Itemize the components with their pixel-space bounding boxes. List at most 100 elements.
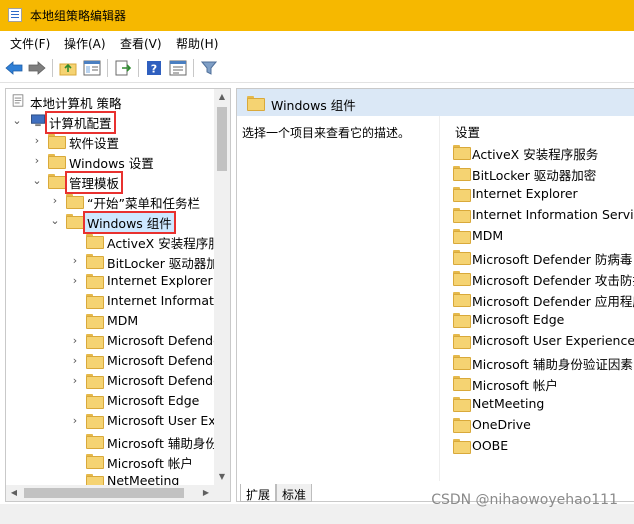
settings-item-label[interactable]: Microsoft Defender 应用程序: [472, 291, 634, 310]
settings-item-label[interactable]: Microsoft 帐户: [472, 375, 558, 394]
settings-list-item[interactable]: Internet Information Service: [451, 204, 634, 225]
tree-item[interactable]: Internet Informatio: [6, 291, 225, 311]
up-folder-icon[interactable]: [58, 58, 78, 78]
tree-item[interactable]: › Microsoft Defende: [6, 371, 221, 391]
chevron-right-icon[interactable]: ›: [70, 354, 80, 368]
settings-item-label[interactable]: BitLocker 驱动器加密: [472, 165, 596, 184]
settings-list-item[interactable]: ActiveX 安装程序服务: [451, 141, 598, 162]
settings-item-label[interactable]: Microsoft Edge: [472, 312, 564, 327]
settings-list-item[interactable]: OOBE: [451, 435, 508, 456]
tree-pane[interactable]: 本地计算机 策略 ⌄ 计算机配置 › 软件设置 › Windows 设置 ⌄ 管…: [5, 88, 231, 502]
chevron-right-icon[interactable]: ›: [70, 334, 80, 348]
tree-item-windows-settings[interactable]: › Windows 设置: [6, 151, 216, 171]
scroll-right-icon[interactable]: ▶: [198, 485, 214, 501]
tree-label-computer-config[interactable]: 计算机配置: [45, 111, 116, 134]
tree-item-computer-config[interactable]: ⌄ 计算机配置: [6, 111, 216, 134]
settings-list-item[interactable]: Microsoft 帐户: [451, 372, 558, 393]
settings-item-label[interactable]: Internet Information Service: [472, 207, 634, 222]
tree-item-label[interactable]: Microsoft 帐户: [105, 453, 195, 472]
settings-item-label[interactable]: ActiveX 安装程序服务: [472, 144, 598, 163]
settings-item-label[interactable]: Microsoft 辅助身份验证因素: [472, 354, 633, 373]
settings-item-label[interactable]: Microsoft Defender 攻击防护: [472, 270, 634, 289]
settings-list-item[interactable]: Microsoft Edge: [451, 309, 564, 330]
tree-item-software-settings[interactable]: › 软件设置: [6, 131, 216, 151]
settings-item-label[interactable]: Internet Explorer: [472, 186, 578, 201]
tree-label-software-settings[interactable]: 软件设置: [67, 133, 121, 152]
settings-list-item[interactable]: Microsoft Defender 攻击防护: [451, 267, 634, 288]
chevron-right-icon[interactable]: ›: [32, 134, 42, 148]
chevron-right-icon[interactable]: ›: [70, 254, 80, 268]
tree-item[interactable]: › Internet Explorer: [6, 271, 216, 291]
tree-label-windows-settings[interactable]: Windows 设置: [67, 153, 156, 172]
scroll-left-icon[interactable]: ◀: [6, 485, 22, 501]
show-hide-tree-icon[interactable]: [82, 58, 102, 78]
tree-item[interactable]: Microsoft Edge: [6, 391, 216, 411]
settings-item-label[interactable]: OneDrive: [472, 417, 531, 432]
chevron-right-icon[interactable]: ›: [70, 374, 80, 388]
tree-item-windows-components[interactable]: ⌄ Windows 组件: [6, 211, 216, 234]
settings-list-item[interactable]: BitLocker 驱动器加密: [451, 162, 596, 183]
tree-label-root[interactable]: 本地计算机 策略: [28, 93, 123, 112]
settings-list-item[interactable]: Microsoft Defender 应用程序: [451, 288, 634, 309]
tree-item-start-menu[interactable]: › “开始”菜单和任务栏: [6, 191, 216, 211]
tree-label-windows-components[interactable]: Windows 组件: [83, 211, 176, 234]
settings-item-label[interactable]: Microsoft User Experience V: [472, 333, 634, 348]
tree-item-label[interactable]: Internet Explorer: [105, 273, 215, 288]
tree-item-label[interactable]: MDM: [105, 313, 140, 328]
properties-icon[interactable]: [168, 58, 188, 78]
chevron-right-icon[interactable]: ›: [70, 274, 80, 288]
tree-item[interactable]: › Microsoft Defende: [6, 351, 221, 371]
tree-item[interactable]: ActiveX 安装程序服: [6, 231, 221, 251]
settings-item-label[interactable]: MDM: [472, 228, 503, 243]
tree-item[interactable]: › BitLocker 驱动器加: [6, 251, 219, 271]
tree-vertical-scrollbar[interactable]: ▲ ▼: [214, 89, 230, 485]
scroll-up-icon[interactable]: ▲: [214, 89, 230, 105]
chevron-down-icon[interactable]: ⌄: [50, 214, 60, 228]
menu-help[interactable]: 帮助(H): [176, 35, 218, 52]
tree-item-label[interactable]: BitLocker 驱动器加: [105, 253, 221, 272]
export-list-icon[interactable]: [113, 58, 133, 78]
forward-arrow-icon[interactable]: [27, 58, 47, 78]
settings-item-label[interactable]: NetMeeting: [472, 396, 544, 411]
tree-label-start-menu[interactable]: “开始”菜单和任务栏: [85, 193, 202, 212]
chevron-right-icon[interactable]: ›: [70, 414, 80, 428]
chevron-down-icon[interactable]: ⌄: [12, 114, 22, 128]
settings-item-label[interactable]: Microsoft Defender 防病毒: [472, 249, 632, 268]
menu-action[interactable]: 操作(A): [64, 35, 106, 52]
settings-column-header[interactable]: 设置: [455, 122, 480, 141]
chevron-down-icon[interactable]: ⌄: [32, 174, 42, 188]
tree-item-root[interactable]: 本地计算机 策略: [6, 91, 216, 111]
tree-item-label[interactable]: Microsoft Defende: [105, 353, 223, 368]
settings-list-item[interactable]: Microsoft User Experience V: [451, 330, 634, 351]
chevron-right-icon[interactable]: ›: [32, 154, 42, 168]
scroll-down-icon[interactable]: ▼: [214, 469, 230, 485]
tree-item-label[interactable]: Microsoft 辅助身份: [105, 433, 220, 452]
tree-item-label[interactable]: Internet Informatio: [105, 293, 227, 308]
tree-item-label[interactable]: Microsoft Defende: [105, 373, 223, 388]
tree-horizontal-scrollbar[interactable]: ◀ ▶: [6, 485, 214, 501]
settings-list-item[interactable]: Microsoft Defender 防病毒: [451, 246, 632, 267]
settings-list-item[interactable]: Internet Explorer: [451, 183, 578, 204]
scroll-thumb[interactable]: [24, 488, 184, 498]
settings-list-item[interactable]: OneDrive: [451, 414, 531, 435]
menu-file[interactable]: 文件(F): [10, 35, 50, 52]
settings-list-item[interactable]: Microsoft 辅助身份验证因素: [451, 351, 633, 372]
tree-item-label[interactable]: Microsoft Edge: [105, 393, 201, 408]
tree-item[interactable]: Microsoft 帐户: [6, 451, 216, 471]
tree-item[interactable]: › Microsoft User Exp: [6, 411, 224, 431]
tree-item[interactable]: › Microsoft Defende: [6, 331, 221, 351]
tree-item-label[interactable]: Microsoft Defende: [105, 333, 223, 348]
tab-standard[interactable]: 标准: [276, 484, 313, 502]
settings-item-label[interactable]: OOBE: [472, 438, 508, 453]
settings-list-item[interactable]: MDM: [451, 225, 503, 246]
tree-label-admin-templates[interactable]: 管理模板: [64, 171, 124, 194]
chevron-right-icon[interactable]: ›: [50, 194, 60, 208]
filter-icon[interactable]: [199, 58, 219, 78]
tree-item-label[interactable]: ActiveX 安装程序服: [105, 233, 223, 252]
tree-item-admin-templates[interactable]: ⌄ 管理模板: [6, 171, 216, 194]
back-arrow-icon[interactable]: [4, 58, 24, 78]
tree-item[interactable]: Microsoft 辅助身份: [6, 431, 218, 451]
menu-view[interactable]: 查看(V): [120, 35, 162, 52]
tab-extended[interactable]: 扩展: [240, 484, 277, 502]
tree-item[interactable]: MDM: [6, 311, 216, 331]
